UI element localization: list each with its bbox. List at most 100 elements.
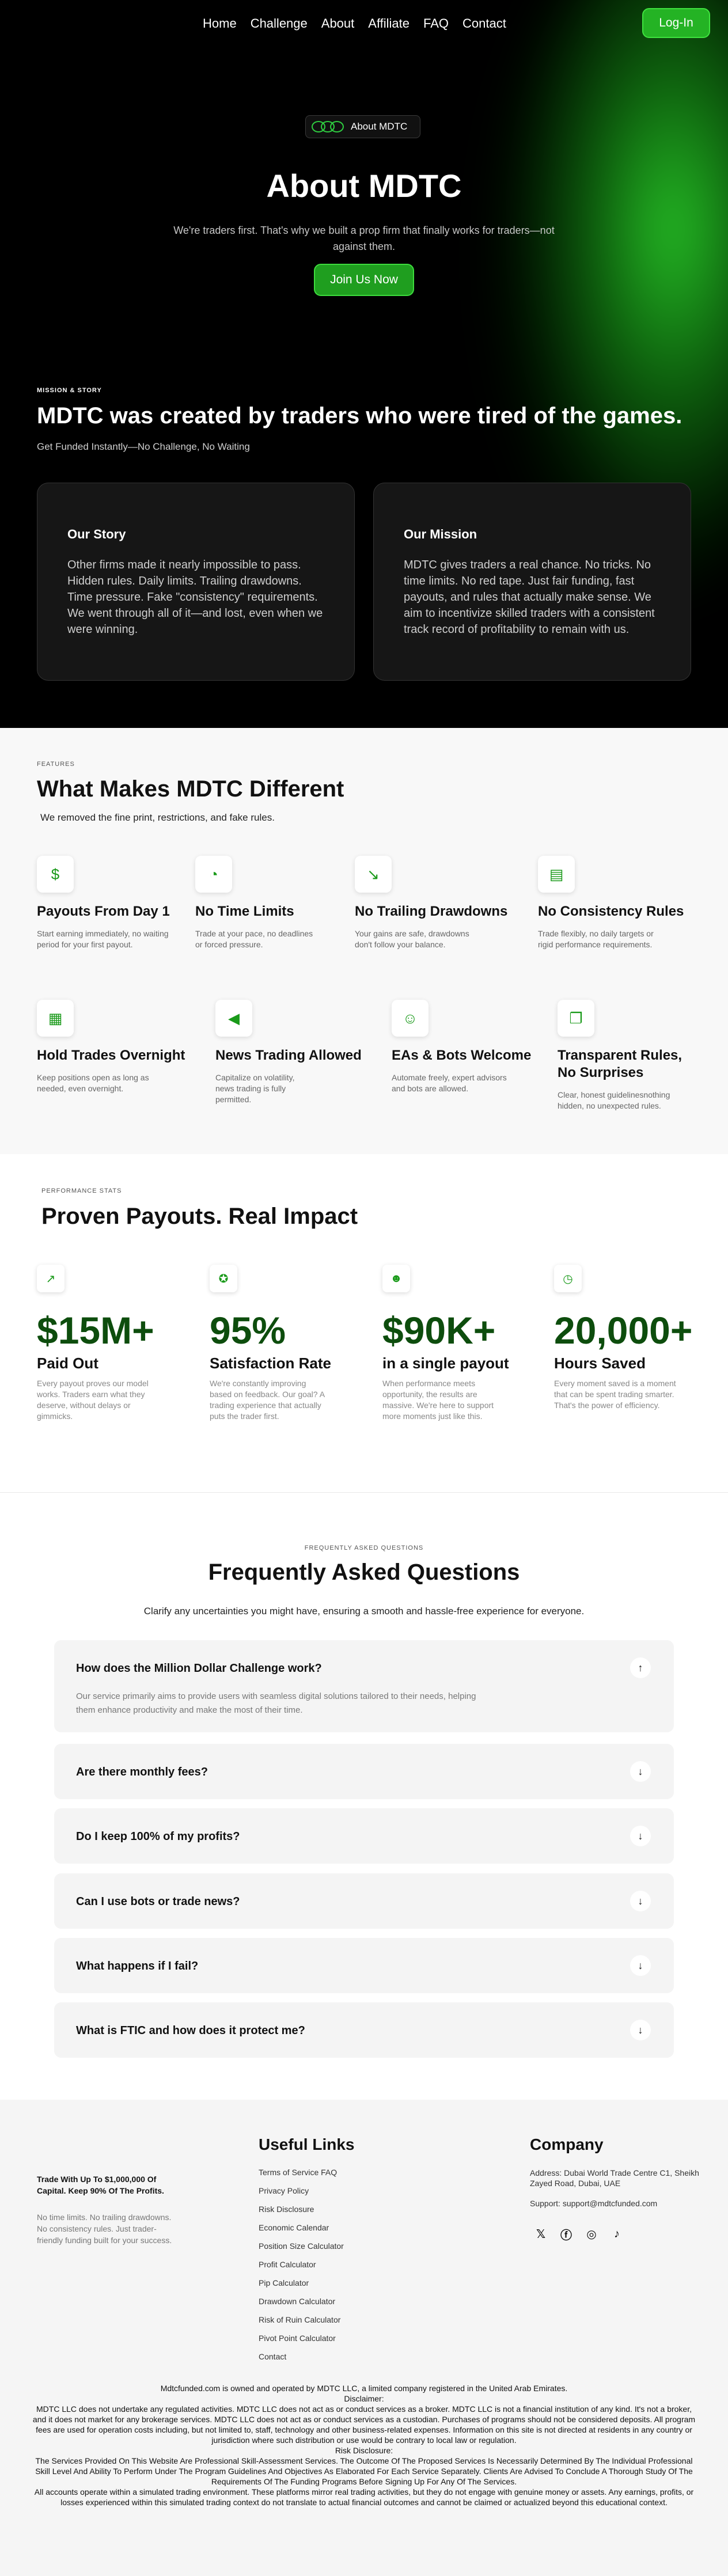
chevron-down-icon[interactable]: ↓ <box>630 1761 651 1782</box>
card-title: Our Mission <box>404 527 477 541</box>
chevron-down-icon[interactable]: ↓ <box>630 2020 651 2040</box>
faq-question[interactable]: Can I use bots or trade news? <box>76 1895 240 1909</box>
stat-value: $15M+ <box>37 1309 154 1352</box>
nav-link-home[interactable]: Home <box>203 16 237 31</box>
feature-title: No Consistency Rules <box>538 904 684 919</box>
nav-link-affiliate[interactable]: Affiliate <box>368 16 410 31</box>
nav-link-contact[interactable]: Contact <box>462 16 506 31</box>
feature-desc: Your gains are safe, drawdowns don't fol… <box>355 929 469 949</box>
chevron-down-icon[interactable]: ↓ <box>630 1955 651 1976</box>
story-subtitle: Get Funded Instantly—No Challenge, No Wa… <box>37 441 250 452</box>
legal-risk: The Services Provided On This Website Ar… <box>35 2456 693 2486</box>
stat-label: Paid Out <box>37 1355 98 1372</box>
chevron-down-icon[interactable]: ↓ <box>630 1891 651 1911</box>
faq-section: FREQUENTLY ASKED QUESTIONS Frequently As… <box>0 1493 728 2100</box>
about-badge: About MDTC <box>305 115 420 138</box>
chevron-down-icon[interactable]: ↓ <box>630 1826 651 1846</box>
features-subtitle: We removed the fine print, restrictions,… <box>40 812 275 823</box>
stats-eyebrow: PERFORMANCE STATS <box>41 1188 122 1194</box>
stat-satisfaction: ✪ 95% Satisfaction Rate We're constantly… <box>210 1265 365 1422</box>
feature-title: Transparent Rules, No Surprises <box>558 1048 682 1080</box>
faq-item[interactable]: Can I use bots or trade news? ↓ <box>54 1873 674 1929</box>
footer: Trade With Up To $1,000,000 Of Capital. … <box>0 2100 728 2576</box>
nav-links: Home Challenge About Affiliate FAQ Conta… <box>203 16 506 31</box>
footer-link[interactable]: Terms of Service FAQ <box>259 2168 344 2186</box>
faq-question[interactable]: Are there monthly fees? <box>76 1766 208 1779</box>
useful-links: Terms of Service FAQ Privacy Policy Risk… <box>259 2168 344 2370</box>
footer-link[interactable]: Contact <box>259 2352 344 2370</box>
facebook-icon[interactable]: ⓕ <box>559 2226 574 2242</box>
footer-link[interactable]: Risk of Ruin Calculator <box>259 2315 344 2334</box>
clock-check-icon: ◔ <box>195 856 232 893</box>
features-title: What Makes MDTC Different <box>37 776 344 802</box>
faq-title: Frequently Asked Questions <box>208 1560 520 1585</box>
feature-desc: Capitalize on volatility, news trading i… <box>215 1073 295 1104</box>
stat-hours-saved: ◷ 20,000+ Hours Saved Every moment saved… <box>554 1265 721 1411</box>
feature-desc: Clear, honest guidelinesnothing hidden, … <box>558 1090 670 1110</box>
feature-title: Hold Trades Overnight <box>37 1048 185 1063</box>
feature-payouts: $ Payouts From Day 1 Start earning immed… <box>37 856 204 950</box>
clock-icon: ◷ <box>554 1265 582 1292</box>
feature-drawdowns: ↘ No Trailing Drawdowns Your gains are s… <box>355 856 522 950</box>
nav-link-faq[interactable]: FAQ <box>423 16 449 31</box>
faq-item-open[interactable]: How does the Million Dollar Challenge wo… <box>54 1640 674 1732</box>
useful-links-heading: Useful Links <box>259 2135 355 2153</box>
footer-link[interactable]: Profit Calculator <box>259 2260 344 2278</box>
faq-answer: Our service primarily aims to provide us… <box>76 1691 476 1715</box>
card-body: MDTC gives traders a real chance. No tri… <box>404 559 655 636</box>
faq-item[interactable]: Do I keep 100% of my profits? ↓ <box>54 1808 674 1864</box>
feature-desc: Keep positions open as long as needed, e… <box>37 1073 149 1093</box>
faq-eyebrow: FREQUENTLY ASKED QUESTIONS <box>304 1545 424 1551</box>
feature-bots: ☺ EAs & Bots Welcome Automate freely, ex… <box>392 1000 559 1094</box>
megaphone-icon: ◀ <box>215 1000 252 1037</box>
footer-link[interactable]: Economic Calendar <box>259 2223 344 2241</box>
footer-link[interactable]: Position Size Calculator <box>259 2241 344 2260</box>
faq-question[interactable]: How does the Million Dollar Challenge wo… <box>76 1662 322 1675</box>
footer-link[interactable]: Privacy Policy <box>259 2186 344 2205</box>
hero-section: Home Challenge About Affiliate FAQ Conta… <box>0 0 728 728</box>
instagram-icon[interactable]: ◎ <box>584 2226 599 2241</box>
faq-item[interactable]: What is FTIC and how does it protect me?… <box>54 2002 674 2058</box>
robot-icon: ☺ <box>392 1000 429 1037</box>
faq-question[interactable]: What is FTIC and how does it protect me? <box>76 2024 305 2038</box>
join-us-button[interactable]: Join Us Now <box>314 264 414 296</box>
legal-simulated: All accounts operate within a simulated … <box>34 2487 694 2507</box>
footer-link[interactable]: Pip Calculator <box>259 2278 344 2297</box>
chart-line-icon: ↗ <box>37 1265 65 1292</box>
stat-desc: Every payout proves our model works. Tra… <box>37 1379 149 1421</box>
faq-item[interactable]: What happens if I fail? ↓ <box>54 1938 674 1993</box>
feature-title: EAs & Bots Welcome <box>392 1048 532 1063</box>
calendar-clock-icon: ▦ <box>37 1000 74 1037</box>
feature-title: No Trailing Drawdowns <box>355 904 508 919</box>
faq-item[interactable]: Are there monthly fees? ↓ <box>54 1744 674 1799</box>
footer-link[interactable]: Risk Disclosure <box>259 2205 344 2223</box>
nav-link-challenge[interactable]: Challenge <box>251 16 308 31</box>
feature-title: News Trading Allowed <box>215 1048 362 1063</box>
hero-subtitle: We're traders first. That's why we built… <box>173 225 555 252</box>
chevron-up-icon[interactable]: ↑ <box>630 1657 651 1678</box>
login-button[interactable]: Log-In <box>642 8 710 38</box>
stats-title: Proven Payouts. Real Impact <box>41 1204 358 1229</box>
footer-link[interactable]: Pivot Point Calculator <box>259 2334 344 2352</box>
handshake-dollar-icon: $ <box>37 856 74 893</box>
faq-question[interactable]: What happens if I fail? <box>76 1960 198 1973</box>
faq-question[interactable]: Do I keep 100% of my profits? <box>76 1830 240 1843</box>
card-body: Other firms made it nearly impossible to… <box>67 559 323 636</box>
our-story-card: Our Story Other firms made it nearly imp… <box>37 483 355 681</box>
features-eyebrow: FEATURES <box>37 761 75 768</box>
tiktok-icon[interactable]: ♪ <box>609 2226 624 2241</box>
x-icon[interactable]: 𝕏 <box>533 2226 548 2241</box>
company-heading: Company <box>530 2135 604 2153</box>
feature-time-limits: ◔ No Time Limits Trade at your pace, no … <box>195 856 362 950</box>
stat-value: 95% <box>210 1309 286 1352</box>
book-open-icon: ▤ <box>538 856 575 893</box>
footer-link[interactable]: Drawdown Calculator <box>259 2297 344 2315</box>
nav-link-about[interactable]: About <box>321 16 355 31</box>
our-mission-card: Our Mission MDTC gives traders a real ch… <box>373 483 691 681</box>
support-email[interactable]: Support: support@mdtcfunded.com <box>530 2199 657 2208</box>
legal-disclaimer: MDTC LLC does not undertake any regulate… <box>32 2404 696 2445</box>
stat-paid-out: ↗ $15M+ Paid Out Every payout proves our… <box>37 1265 192 1422</box>
legal-text: Mdtcfunded.com is owned and operated by … <box>32 2383 696 2507</box>
feature-title: Payouts From Day 1 <box>37 904 170 919</box>
user-plus-icon: ☻ <box>382 1265 410 1292</box>
